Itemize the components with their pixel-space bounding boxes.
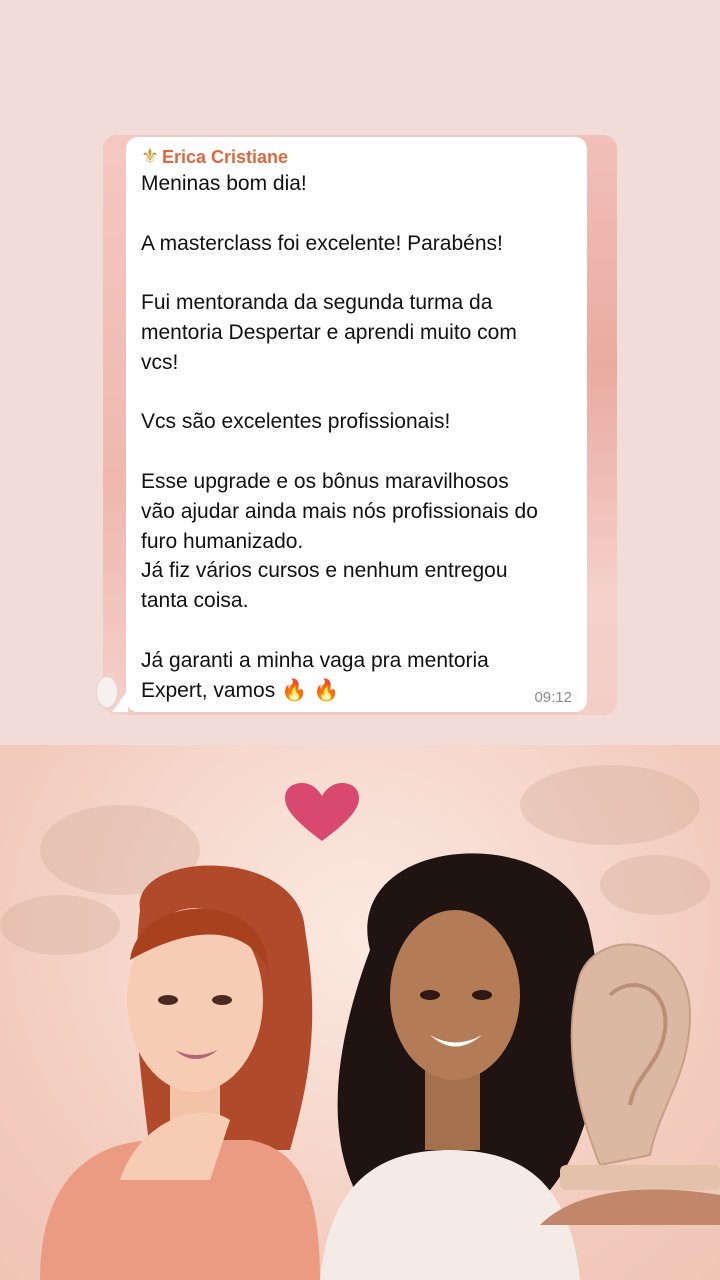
message-line: furo humanizado. — [141, 529, 304, 553]
message-line: Meninas bom dia! — [141, 172, 307, 195]
message-line: Esse upgrade e os bônus maravilhosos — [141, 469, 509, 493]
promo-photo — [0, 745, 720, 1280]
message-line: Fui mentoranda da segunda turma da — [141, 291, 493, 315]
ear-sculpture-photo — [540, 943, 720, 1225]
message-text: Meninas bom dia! A masterclass foi excele… — [141, 169, 573, 705]
message-bubble[interactable]: ⚜ Erica Cristiane Meninas bom dia! A mast… — [126, 137, 587, 712]
heart-icon — [285, 783, 359, 841]
message-line: A masterclass foi excelente! Parabéns! — [141, 231, 503, 255]
message-line: Já garanti a minha vaga pra mentoria — [141, 648, 489, 672]
sender-name[interactable]: Erica Cristiane — [162, 147, 288, 168]
fleur-de-lis-icon: ⚜ — [141, 146, 159, 168]
woman-left-photo — [40, 865, 320, 1280]
message-line: tanta coisa. — [141, 589, 249, 613]
message-line: vcs! — [141, 350, 179, 374]
message-time: 09:12 — [534, 689, 572, 706]
message-line: vão ajudar ainda mais nós profissionais … — [141, 499, 538, 523]
message-line: Expert, vamos 🔥 🔥 — [141, 678, 340, 702]
message-line: Vcs são excelentes profissionais! — [141, 410, 451, 434]
message-line: Já fiz vários cursos e nenhum entregou — [141, 559, 508, 583]
message-line: mentoria Despertar e aprendi muito com — [141, 320, 517, 344]
message-sender: ⚜ Erica Cristiane — [141, 145, 573, 169]
